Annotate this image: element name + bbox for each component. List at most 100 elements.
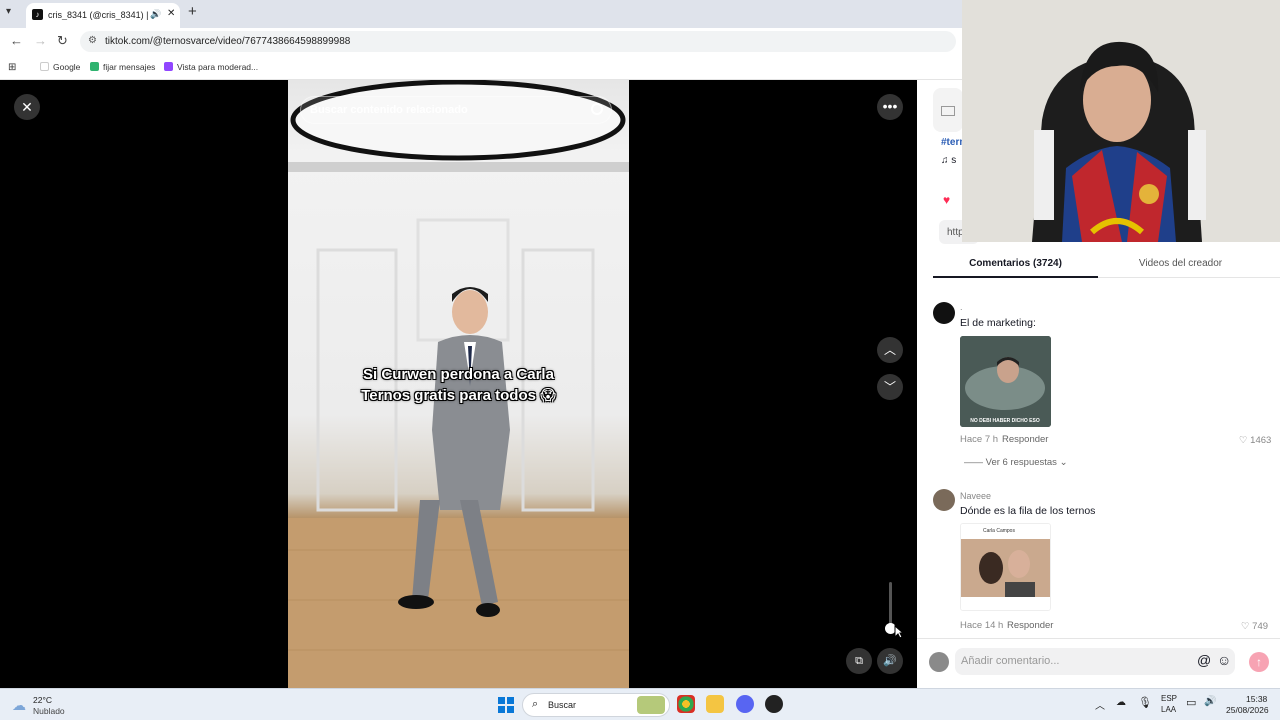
tab-comments[interactable]: Comentarios (3724) bbox=[933, 252, 1098, 278]
url-field[interactable]: ⚙ tiktok.com/@ternosvarce/video/76774386… bbox=[80, 31, 956, 52]
previous-video-chevron-up-icon[interactable]: ︿ bbox=[877, 337, 903, 363]
browser-tab[interactable]: ♪ cris_8341 (@cris_8341) | Tik 🔊 ✕ bbox=[26, 3, 180, 28]
comment-placeholder: Añadir comentario... bbox=[961, 655, 1060, 667]
bookmark-icon bbox=[90, 62, 99, 71]
heart-outline-icon: ♡ bbox=[1239, 435, 1251, 446]
reply-button[interactable]: Responder bbox=[1007, 620, 1053, 631]
more-options-button[interactable]: ••• bbox=[877, 94, 903, 120]
tray-network-icon[interactable]: ☁ bbox=[1116, 697, 1126, 708]
display-icon[interactable]: ▭ bbox=[1186, 696, 1196, 709]
creator-card[interactable] bbox=[933, 88, 963, 132]
screenshot-image: Carla Campos bbox=[961, 524, 1050, 610]
clock-date[interactable]: 25/08/2026 bbox=[1226, 705, 1269, 715]
mouse-cursor-icon bbox=[894, 625, 904, 639]
view-replies-button[interactable]: —— Ver 6 respuestas ⌄ bbox=[964, 457, 1068, 468]
related-search-input[interactable]: Buscar contenido relacionado bbox=[300, 96, 612, 124]
likes-count: 749 bbox=[1252, 621, 1269, 632]
my-avatar bbox=[929, 652, 949, 672]
tab-audio-icon[interactable]: 🔊 bbox=[150, 9, 161, 20]
language-top[interactable]: ESP bbox=[1161, 694, 1177, 703]
emoji-icon[interactable]: ☺ bbox=[1217, 652, 1231, 668]
url-text: tiktok.com/@ternosvarce/video/7677438664… bbox=[105, 36, 351, 47]
miniplayer-icon[interactable]: ⧉ bbox=[846, 648, 872, 674]
bookmark-vista-moderador[interactable]: Vista para moderad... bbox=[164, 62, 258, 72]
reload-icon[interactable]: ↻ bbox=[57, 33, 68, 49]
caption-line-1: Si Curwen perdona a Carla bbox=[363, 366, 554, 383]
video-caption-overlay: Si Curwen perdona a Carla Ternos gratis … bbox=[296, 364, 621, 406]
panel-tabs: Comentarios (3724) Videos del creador bbox=[933, 252, 1280, 278]
microphone-icon[interactable]: 🎙 bbox=[1138, 696, 1152, 709]
weather-desc[interactable]: Nublado bbox=[33, 706, 65, 716]
view-replies-label: Ver 6 respuestas bbox=[985, 457, 1057, 468]
windows-start-icon[interactable] bbox=[498, 697, 514, 713]
back-icon[interactable]: ← bbox=[10, 33, 23, 48]
new-tab-button[interactable]: + bbox=[188, 3, 197, 20]
comment-username[interactable]: . bbox=[960, 302, 963, 312]
taskbar-search-label: Buscar bbox=[548, 700, 577, 710]
apps-grid-icon[interactable]: ⊞ bbox=[8, 62, 16, 73]
next-video-chevron-down-icon[interactable]: ﹀ bbox=[877, 374, 903, 400]
site-info-icon[interactable]: ⚙ bbox=[88, 35, 97, 46]
speaker-icon[interactable]: 🔊 bbox=[1204, 696, 1216, 707]
bookmark-google[interactable]: Google bbox=[40, 62, 80, 72]
clock-time[interactable]: 15:38 bbox=[1246, 694, 1267, 704]
sound-label[interactable]: s bbox=[951, 155, 956, 166]
tiktok-favicon-icon: ♪ bbox=[32, 9, 43, 20]
heart-outline-icon: ♡ bbox=[1241, 621, 1253, 632]
bookmark-label: Vista para moderad... bbox=[177, 62, 259, 72]
bookmark-label: Google bbox=[53, 62, 81, 72]
comment-input[interactable]: Añadir comentario... @ ☺ bbox=[955, 648, 1235, 675]
comment-username[interactable]: Naveee bbox=[960, 491, 991, 501]
comment-time: Hace 14 h bbox=[960, 620, 1004, 631]
language-bottom[interactable]: LAA bbox=[1161, 705, 1176, 714]
file-explorer-icon[interactable] bbox=[706, 695, 724, 713]
store-icon bbox=[941, 106, 955, 116]
forward-icon[interactable]: → bbox=[34, 33, 47, 48]
tab-title: cris_8341 (@cris_8341) | Tik bbox=[48, 10, 148, 20]
tab-list-chevron-icon[interactable]: ▾ bbox=[6, 6, 11, 17]
like-heart-icon[interactable]: ♥ bbox=[943, 193, 950, 207]
volume-icon[interactable]: 🔊 bbox=[877, 648, 903, 674]
video-player: ✕ Buscar contenido relacionado ••• Si Cu… bbox=[0, 80, 917, 688]
comment-likes[interactable]: ♡ 1463 bbox=[1239, 435, 1271, 446]
obs-icon[interactable] bbox=[765, 695, 783, 713]
webcam-overlay bbox=[962, 0, 1280, 242]
twitch-icon bbox=[164, 62, 173, 71]
avatar[interactable] bbox=[933, 302, 955, 324]
meme-image: NO DEBI HABER DICHO ESO bbox=[960, 336, 1051, 427]
mention-icon[interactable]: @ bbox=[1197, 652, 1211, 668]
likes-count: 1463 bbox=[1250, 435, 1272, 446]
streamer-webcam-image bbox=[962, 0, 1280, 242]
search-icon[interactable] bbox=[591, 103, 603, 115]
search-placeholder: Buscar contenido relacionado bbox=[310, 104, 468, 116]
screenshot-caption: Carla Campos bbox=[983, 528, 1015, 534]
chevron-down-icon: ⌄ bbox=[1059, 457, 1068, 468]
bookmark-label: fijar mensajes bbox=[103, 62, 156, 72]
chrome-icon[interactable] bbox=[677, 695, 695, 713]
caption-line-2: Ternos gratis para todos 😱 bbox=[361, 387, 556, 404]
bookmark-fijar-mensajes[interactable]: fijar mensajes bbox=[90, 62, 155, 72]
meme-caption: NO DEBI HABER DICHO ESO bbox=[970, 418, 1040, 424]
comment-image[interactable]: Carla Campos bbox=[960, 523, 1051, 611]
comment-text: Dónde es la fila de los ternos bbox=[960, 505, 1096, 517]
browser-tab-bar: ▾ ♪ cris_8341 (@cris_8341) | Tik 🔊 ✕ + bbox=[0, 0, 962, 28]
tray-chevron-up-icon[interactable]: ︿ bbox=[1095, 697, 1105, 712]
avatar[interactable] bbox=[933, 489, 955, 511]
discord-icon[interactable] bbox=[736, 695, 754, 713]
tab-creator-videos[interactable]: Videos del creador bbox=[1098, 252, 1263, 278]
windows-taskbar: ☁ 22°C Nublado ⌕ Buscar ︿ ☁ 🎙 ESP LAA ▭ … bbox=[0, 688, 1280, 720]
weather-cloud-icon[interactable]: ☁ bbox=[12, 697, 26, 714]
address-bar-row: ← → ↻ ⚙ tiktok.com/@ternosvarce/video/76… bbox=[0, 28, 962, 55]
weather-temp[interactable]: 22°C bbox=[33, 695, 52, 705]
tab-close-icon[interactable]: ✕ bbox=[167, 8, 175, 19]
comment-image[interactable]: NO DEBI HABER DICHO ESO bbox=[960, 336, 1051, 427]
taskbar-search[interactable]: ⌕ Buscar bbox=[522, 693, 670, 717]
comment-text: El de marketing: bbox=[960, 317, 1036, 329]
reply-button[interactable]: Responder bbox=[1002, 434, 1048, 445]
search-highlight-icon bbox=[637, 696, 665, 714]
close-video-button[interactable]: ✕ bbox=[14, 94, 40, 120]
bookmarks-bar: ⊞ Google fijar mensajes Vista para moder… bbox=[0, 55, 962, 80]
send-arrow-icon[interactable]: ↑ bbox=[1249, 652, 1269, 672]
comment-likes[interactable]: ♡ 749 bbox=[1241, 621, 1268, 632]
search-icon: ⌕ bbox=[532, 698, 539, 710]
